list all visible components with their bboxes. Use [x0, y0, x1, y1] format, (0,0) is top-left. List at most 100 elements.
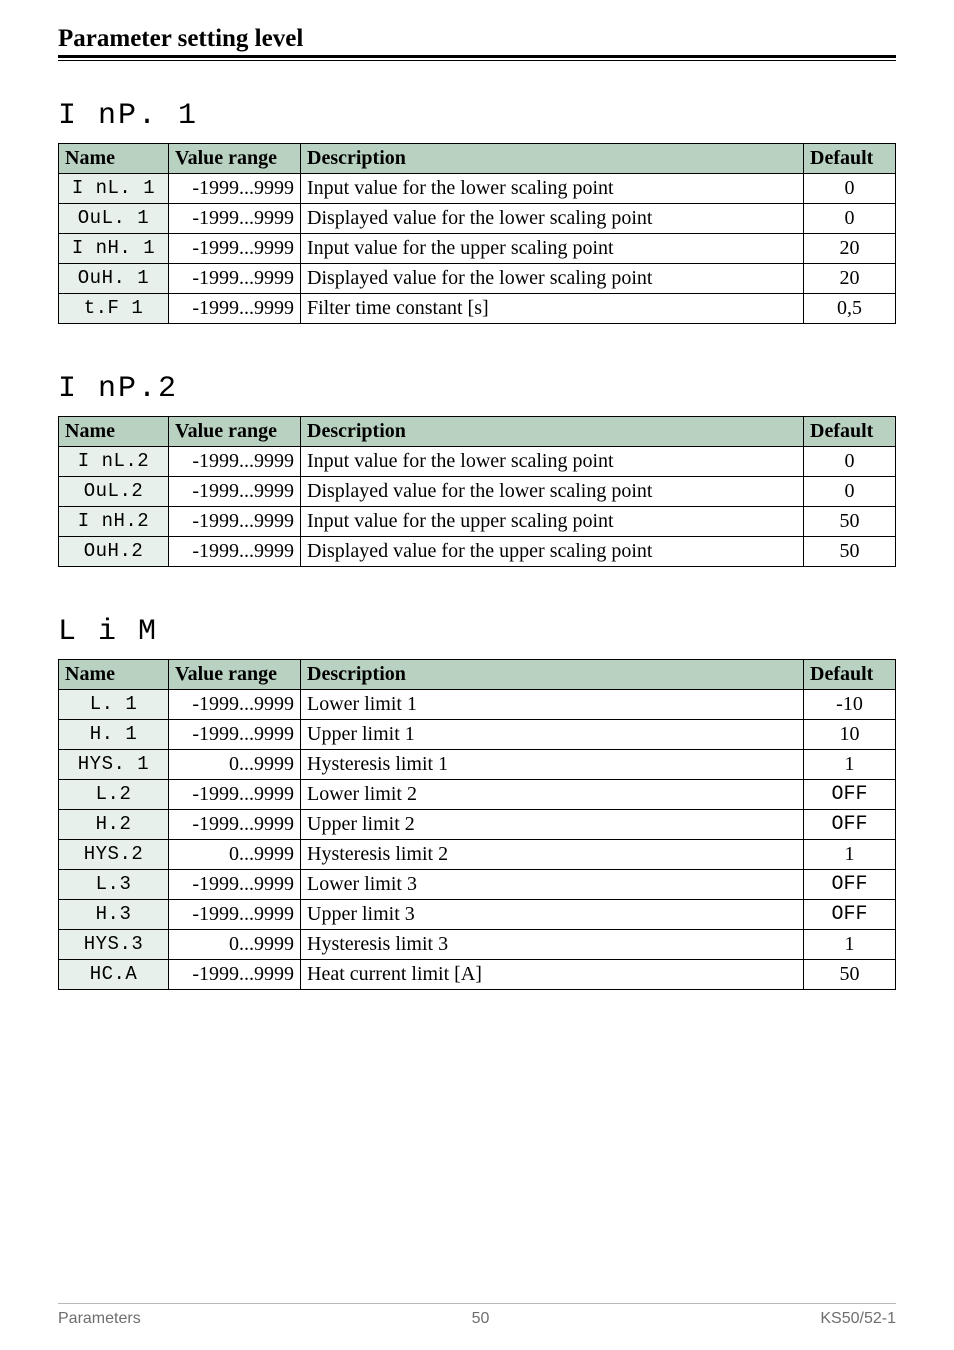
table-row: OuL. 1-1999...9999Displayed value for th…: [59, 204, 896, 234]
param-table: NameValue rangeDescriptionDefaultI nL. 1…: [58, 143, 896, 324]
param-range: 0...9999: [169, 840, 301, 870]
param-default: 0: [804, 204, 896, 234]
param-name: OuH. 1: [59, 264, 169, 294]
table-row: t.F 1-1999...9999Filter time constant [s…: [59, 294, 896, 324]
col-header-name: Name: [59, 417, 169, 447]
param-range: 0...9999: [169, 750, 301, 780]
param-name: HYS.3: [59, 930, 169, 960]
param-default: OFF: [804, 870, 896, 900]
param-description: Displayed value for the upper scaling po…: [301, 537, 804, 567]
table-row: L.3-1999...9999Lower limit 3OFF: [59, 870, 896, 900]
param-default: -10: [804, 690, 896, 720]
param-default: 1: [804, 840, 896, 870]
param-description: Upper limit 1: [301, 720, 804, 750]
section-title: I nP.2: [58, 372, 896, 406]
param-range: -1999...9999: [169, 174, 301, 204]
col-header-name: Name: [59, 144, 169, 174]
col-header-range: Value range: [169, 417, 301, 447]
param-range: 0...9999: [169, 930, 301, 960]
param-range: -1999...9999: [169, 234, 301, 264]
param-name: OuL. 1: [59, 204, 169, 234]
param-description: Lower limit 3: [301, 870, 804, 900]
table-header-row: NameValue rangeDescriptionDefault: [59, 144, 896, 174]
footer-right: KS50/52-1: [820, 1310, 896, 1328]
page-footer: Parameters 50 KS50/52-1: [58, 1303, 896, 1328]
param-description: Filter time constant [s]: [301, 294, 804, 324]
table-row: L. 1-1999...9999Lower limit 1-10: [59, 690, 896, 720]
table-row: HYS.30...9999Hysteresis limit 31: [59, 930, 896, 960]
param-range: -1999...9999: [169, 294, 301, 324]
param-range: -1999...9999: [169, 537, 301, 567]
param-name: OuL.2: [59, 477, 169, 507]
param-description: Hysteresis limit 2: [301, 840, 804, 870]
table-row: L.2-1999...9999Lower limit 2OFF: [59, 780, 896, 810]
col-header-name: Name: [59, 660, 169, 690]
table-row: OuH.2-1999...9999Displayed value for the…: [59, 537, 896, 567]
param-name: I nH. 1: [59, 234, 169, 264]
param-default: OFF: [804, 810, 896, 840]
param-default: 20: [804, 234, 896, 264]
param-description: Lower limit 2: [301, 780, 804, 810]
col-header-desc: Description: [301, 144, 804, 174]
param-table: NameValue rangeDescriptionDefaultL. 1-19…: [58, 659, 896, 990]
param-default: 1: [804, 930, 896, 960]
param-name: L.2: [59, 780, 169, 810]
param-default: 50: [804, 537, 896, 567]
param-name: L.3: [59, 870, 169, 900]
param-description: Hysteresis limit 1: [301, 750, 804, 780]
page-title: Parameter setting level: [58, 25, 896, 55]
param-description: Hysteresis limit 3: [301, 930, 804, 960]
table-row: I nL.2-1999...9999Input value for the lo…: [59, 447, 896, 477]
header-rule-thin: [58, 60, 896, 61]
param-description: Displayed value for the lower scaling po…: [301, 477, 804, 507]
header-rule-thick: [58, 55, 896, 58]
param-description: Lower limit 1: [301, 690, 804, 720]
param-description: Input value for the upper scaling point: [301, 234, 804, 264]
param-description: Input value for the lower scaling point: [301, 174, 804, 204]
table-row: I nH. 1-1999...9999Input value for the u…: [59, 234, 896, 264]
footer-center: 50: [472, 1310, 490, 1328]
param-range: -1999...9999: [169, 447, 301, 477]
sections-container: I nP. 1NameValue rangeDescriptionDefault…: [58, 99, 896, 990]
param-range: -1999...9999: [169, 810, 301, 840]
param-name: HYS.2: [59, 840, 169, 870]
param-table: NameValue rangeDescriptionDefaultI nL.2-…: [58, 416, 896, 567]
param-range: -1999...9999: [169, 870, 301, 900]
section-title: I nP. 1: [58, 99, 896, 133]
param-name: OuH.2: [59, 537, 169, 567]
col-header-range: Value range: [169, 144, 301, 174]
param-name: HC.A: [59, 960, 169, 990]
param-range: -1999...9999: [169, 780, 301, 810]
param-range: -1999...9999: [169, 204, 301, 234]
param-description: Heat current limit [A]: [301, 960, 804, 990]
table-row: OuH. 1-1999...9999Displayed value for th…: [59, 264, 896, 294]
param-default: 0: [804, 174, 896, 204]
param-range: -1999...9999: [169, 960, 301, 990]
param-name: I nL.2: [59, 447, 169, 477]
param-description: Input value for the upper scaling point: [301, 507, 804, 537]
section-title: L i M: [58, 615, 896, 649]
param-default: 1: [804, 750, 896, 780]
param-description: Upper limit 2: [301, 810, 804, 840]
param-range: -1999...9999: [169, 264, 301, 294]
col-header-def: Default: [804, 144, 896, 174]
param-range: -1999...9999: [169, 690, 301, 720]
param-description: Input value for the lower scaling point: [301, 447, 804, 477]
param-default: OFF: [804, 780, 896, 810]
param-description: Displayed value for the lower scaling po…: [301, 264, 804, 294]
param-default: 0: [804, 447, 896, 477]
col-header-def: Default: [804, 417, 896, 447]
col-header-desc: Description: [301, 417, 804, 447]
param-name: H.2: [59, 810, 169, 840]
col-header-def: Default: [804, 660, 896, 690]
param-default: 50: [804, 507, 896, 537]
table-header-row: NameValue rangeDescriptionDefault: [59, 417, 896, 447]
table-row: HYS. 10...9999Hysteresis limit 11: [59, 750, 896, 780]
param-description: Displayed value for the lower scaling po…: [301, 204, 804, 234]
col-header-desc: Description: [301, 660, 804, 690]
param-default: 10: [804, 720, 896, 750]
param-default: 0: [804, 477, 896, 507]
param-range: -1999...9999: [169, 720, 301, 750]
table-header-row: NameValue rangeDescriptionDefault: [59, 660, 896, 690]
param-default: OFF: [804, 900, 896, 930]
